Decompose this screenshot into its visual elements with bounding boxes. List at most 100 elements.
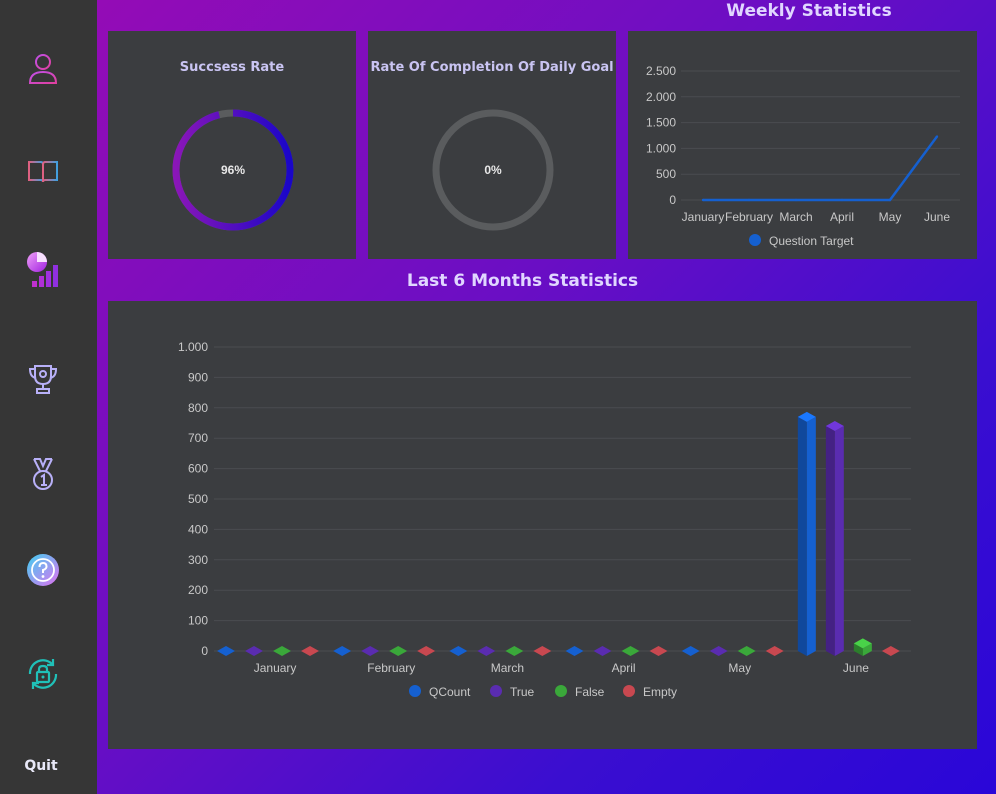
monthly-y-tick: 900 [188,370,208,384]
book-icon [28,161,58,183]
monthly-bar-face [361,646,380,656]
monthly-bar-face [245,646,263,656]
monthly-bar-face [301,646,319,656]
sidebar-item-questions[interactable] [22,150,64,192]
sidebar: Quit [0,0,97,794]
sidebar-item-profile[interactable] [22,48,64,90]
monthly-bar-qcount-january [217,646,235,656]
sidebar-item-help[interactable] [22,549,64,591]
weekly-y-tick: 0 [669,193,676,207]
help-icon [27,554,59,586]
monthly-bar-qcount-march [449,646,468,656]
monthly-legend-swatch [623,685,635,697]
sidebar-item-ranking[interactable] [22,453,64,495]
weekly-point [701,198,705,202]
daily-goal-gauge: 0% [432,109,554,231]
weekly-point [888,198,892,202]
monthly-bar-face [593,646,612,656]
monthly-bar-face [217,646,235,656]
monthly-bar-face [834,426,844,656]
monthly-bar-face [273,646,291,656]
monthly-legend-label: Empty [643,685,677,699]
monthly-legend-label: QCount [429,685,471,699]
monthly-bar-chart: 0 100 200 300 400 500 600 700 800 900 1.000 January… [178,340,911,699]
sidebar-item-achievements[interactable] [22,358,64,400]
sidebar-item-change-password[interactable] [22,653,64,695]
monthly-y-tick: 700 [188,431,208,445]
monthly-bar-false-january [273,646,291,656]
weekly-y-tick: 1.500 [646,116,676,130]
daily-goal-title: Rate Of Completion Of Daily Goal [370,60,614,75]
weekly-y-tick: 2.000 [646,90,676,104]
monthly-y-tick: 200 [188,583,208,597]
monthly-x-tick: May [728,661,751,675]
monthly-y-tick: 0 [201,644,208,658]
monthly-y-tick: 600 [188,462,208,476]
daily-goal-panel: Rate Of Completion Of Daily Goal 0% [368,31,616,259]
monthly-bar-false-february [389,646,408,656]
monthly-y-tick: 400 [188,522,208,536]
monthly-bar-face [477,646,496,656]
monthly-y-tick: 1.000 [178,340,208,354]
monthly-bar-false-march [505,646,524,656]
weekly-x-tick: June [924,210,950,224]
monthly-bar-face [681,646,700,656]
monthly-x-tick: June [843,661,869,675]
monthly-bar-false-april [621,646,640,656]
monthly-y-tick: 500 [188,492,208,506]
weekly-statistics-panel: 0 500 1.000 1.500 2.000 2.500 January February M… [628,31,977,259]
monthly-bar-empty-february [417,646,436,656]
weekly-y-tick: 1.000 [646,141,676,155]
monthly-bar-face [417,646,436,656]
monthly-x-tick: February [367,661,415,675]
lock-refresh-icon [28,659,58,689]
weekly-point [747,198,751,202]
monthly-bar-qcount-june [797,411,816,656]
weekly-y-tick: 2.500 [646,64,676,78]
medal-icon [33,458,53,490]
trophy-icon [28,365,58,394]
monthly-bar-face [533,646,552,656]
monthly-bar-face [806,416,816,656]
monthly-bar-true-february [361,646,380,656]
monthly-bar-true-april [593,646,612,656]
monthly-bar-face [709,646,728,656]
monthly-x-tick: April [612,661,636,675]
monthly-bar-qcount-april [565,646,584,656]
quit-button[interactable]: Quit [0,758,82,774]
success-rate-title: Succsess Rate [179,60,285,75]
monthly-x-tick: January [254,661,297,675]
weekly-x-tick: April [830,210,854,224]
sidebar-item-statistics[interactable] [22,248,64,290]
weekly-x-tick: January [682,210,725,224]
monthly-bar-face [449,646,468,656]
weekly-point [935,135,939,138]
monthly-statistics-title: Last 6 Months Statistics [406,271,639,291]
monthly-bar-true-january [245,646,263,656]
monthly-bar-empty-june [881,646,900,656]
weekly-legend-label: Question Target [769,234,854,248]
success-rate-value: 96% [221,163,245,177]
user-icon [28,54,58,84]
monthly-y-tick: 300 [188,553,208,567]
monthly-bar-empty-may [765,646,784,656]
monthly-bar-empty-april [649,646,668,656]
monthly-bar-face [333,646,352,656]
daily-goal-value: 0% [484,163,502,177]
weekly-line-chart: 0 500 1.000 1.500 2.000 2.500 January February M… [646,64,960,248]
weekly-legend-swatch [749,234,761,246]
success-rate-panel: Succsess Rate 96% [108,31,356,259]
weekly-statistics-title: Weekly Statistics [726,1,892,21]
monthly-bar-face [881,646,900,656]
monthly-legend-label: False [575,685,605,699]
weekly-y-tick: 500 [656,167,676,181]
monthly-bar-true-march [477,646,496,656]
monthly-bar-qcount-may [681,646,700,656]
monthly-bar-face [797,416,807,656]
monthly-legend-label: True [510,685,535,699]
weekly-point [840,198,844,202]
monthly-legend-swatch [490,685,502,697]
monthly-bar-face [565,646,584,656]
weekly-point [794,198,798,202]
monthly-bar-qcount-february [333,646,352,656]
